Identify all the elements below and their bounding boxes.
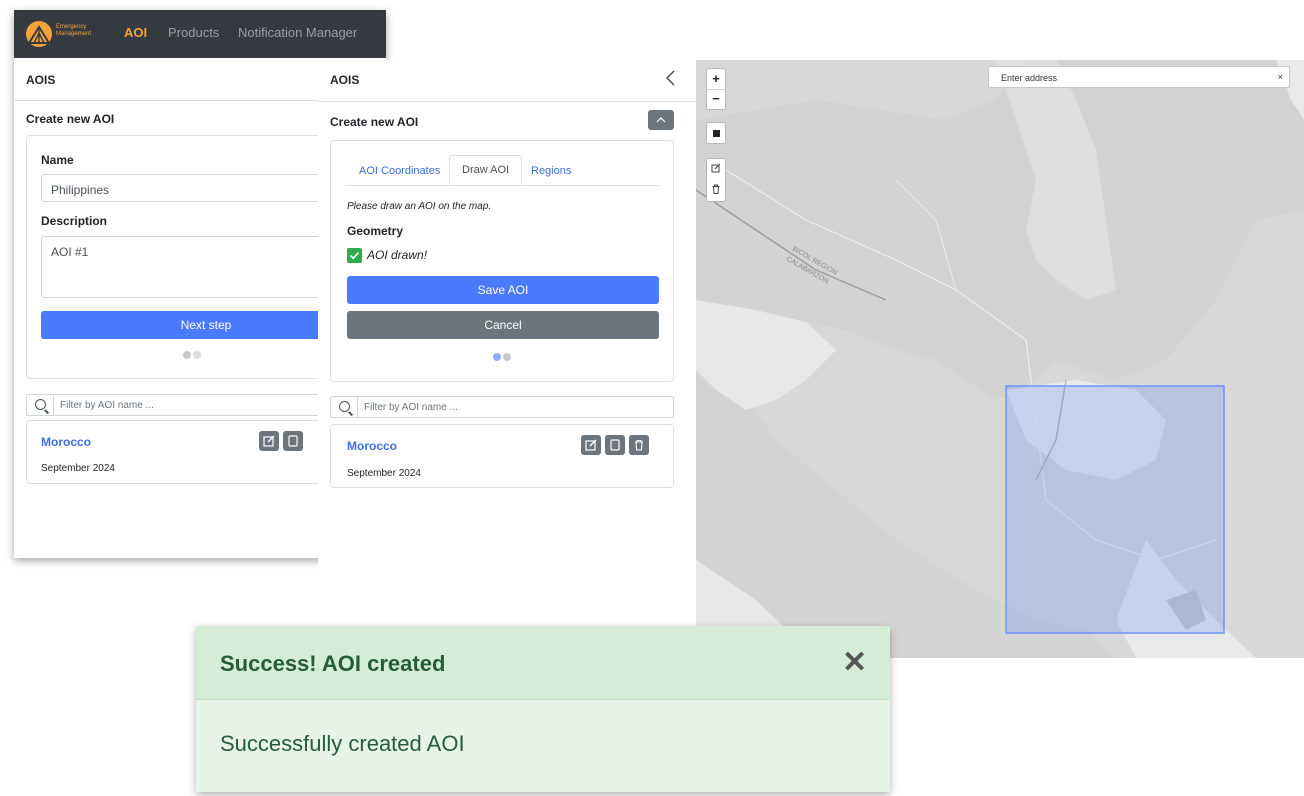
edit-icon: [585, 439, 597, 451]
edit-button[interactable]: [259, 431, 279, 451]
address-input[interactable]: Enter address: [1001, 73, 1057, 83]
copy-icon: [288, 435, 298, 447]
zoom-control: + −: [706, 68, 726, 110]
top-navbar: Emergency Management AOI Products Notifi…: [14, 10, 386, 58]
address-search-box[interactable]: Enter address ×: [988, 66, 1290, 88]
filter-input[interactable]: Filter by AOI name ...: [60, 400, 154, 411]
divider: [318, 101, 696, 102]
toast-message: Successfully created AOI: [220, 731, 465, 756]
clear-address-icon[interactable]: ×: [1278, 72, 1283, 82]
map-view[interactable]: BICOL REGION CALABARZON + − Enter addres…: [696, 60, 1304, 658]
logo-text: Emergency Management: [56, 24, 92, 37]
aoi-item-date: September 2024: [347, 468, 421, 479]
edit-layers-button[interactable]: [707, 159, 725, 179]
collapse-form-button[interactable]: [648, 110, 674, 130]
square-icon: [713, 130, 720, 137]
aoi-list-item[interactable]: Morocco September 2024: [330, 424, 674, 488]
collapse-panel-icon[interactable]: [664, 69, 678, 92]
filter-box: Filter by AOI name ...: [330, 396, 674, 418]
aoi-list-item[interactable]: Morocco September 2024: [26, 420, 366, 484]
save-aoi-button[interactable]: Save AOI: [347, 276, 659, 304]
search-icon: [35, 399, 46, 410]
checkmark-icon: [347, 248, 362, 263]
zoom-out-button[interactable]: −: [707, 89, 725, 109]
copy-icon: [610, 439, 620, 451]
edit-button[interactable]: [581, 435, 601, 455]
delete-layers-button[interactable]: [707, 180, 725, 200]
panel-title: AOIS: [330, 73, 360, 87]
tab-aoi-coordinates[interactable]: AOI Coordinates: [359, 165, 440, 177]
aois-panel: AOIS Create new AOI AOI Coordinates Draw…: [318, 60, 696, 640]
emergency-logo-icon[interactable]: [26, 21, 52, 47]
description-label: Description: [41, 214, 108, 228]
step-indicator-1: [183, 351, 191, 359]
filter-box: Filter by AOI name ...: [26, 394, 366, 416]
name-label: Name: [41, 153, 74, 167]
aoi-item-title[interactable]: Morocco: [347, 439, 397, 453]
tab-draw-aoi[interactable]: Draw AOI: [449, 155, 523, 185]
tab-regions[interactable]: Regions: [531, 165, 571, 177]
copy-button[interactable]: [283, 431, 303, 451]
search-icon: [339, 401, 350, 412]
nav-link-products[interactable]: Products: [168, 25, 219, 40]
geometry-label: Geometry: [347, 224, 404, 238]
trash-icon: [635, 439, 643, 451]
aoi-rectangle[interactable]: [1005, 385, 1225, 634]
copy-button[interactable]: [605, 435, 625, 455]
nav-link-notification-manager[interactable]: Notification Manager: [238, 25, 357, 40]
create-aoi-form: AOI Coordinates Draw AOI Regions Please …: [330, 140, 674, 382]
map-canvas[interactable]: BICOL REGION CALABARZON: [696, 60, 1304, 658]
filter-input[interactable]: Filter by AOI name ...: [364, 402, 458, 413]
draw-tools: [706, 158, 726, 202]
chevron-up-icon: [656, 117, 666, 123]
step-indicator-1: [493, 353, 501, 361]
aoi-item-title[interactable]: Morocco: [41, 435, 91, 449]
trash-icon: [712, 184, 720, 194]
draw-rectangle-button[interactable]: [706, 122, 726, 144]
step-indicator-2: [193, 351, 201, 359]
panel-title: AOIS: [26, 73, 56, 87]
create-aoi-title[interactable]: Create new AOI: [26, 112, 114, 126]
toast-header: Success! AOI created ✕: [196, 626, 890, 700]
create-aoi-form: Name Philippines Description AOI #1 Next…: [26, 135, 371, 379]
edit-icon: [711, 163, 721, 173]
nav-link-aoi[interactable]: AOI: [124, 25, 147, 40]
zoom-in-button[interactable]: +: [707, 69, 725, 89]
close-icon[interactable]: ✕: [842, 645, 867, 680]
delete-button[interactable]: [629, 435, 649, 455]
aoi-item-date: September 2024: [41, 463, 115, 474]
toast-title: Success! AOI created: [220, 651, 446, 676]
success-toast: Success! AOI created ✕ Successfully crea…: [196, 626, 890, 792]
aoi-drawn-status: AOI drawn!: [367, 248, 428, 262]
create-aoi-title[interactable]: Create new AOI: [330, 115, 418, 129]
draw-instruction: Please draw an AOI on the map.: [347, 201, 492, 212]
step-indicator-2: [503, 353, 511, 361]
cancel-button[interactable]: Cancel: [347, 311, 659, 339]
edit-icon: [263, 435, 275, 447]
